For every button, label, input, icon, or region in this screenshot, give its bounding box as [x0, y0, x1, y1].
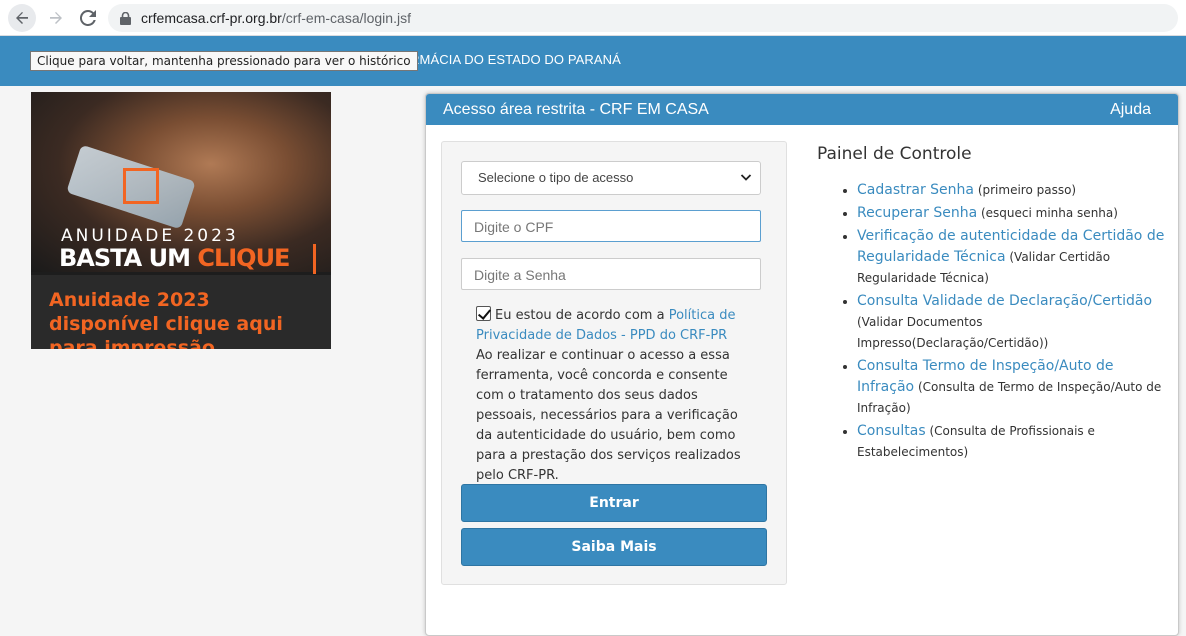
consent-prefix: Eu estou de acordo com a — [495, 308, 669, 323]
restricted-access-panel: Acesso área restrita - CRF EM CASA Ajuda… — [425, 93, 1179, 636]
list-item: Cadastrar Senha (primeiro passo) — [857, 180, 1172, 201]
back-button[interactable] — [8, 4, 36, 32]
help-link[interactable]: Ajuda — [1110, 101, 1151, 119]
control-panel: Painel de Controle Cadastrar Senha (prim… — [817, 144, 1172, 465]
queries-link[interactable]: Consultas — [857, 423, 926, 439]
list-item-note: (primeiro passo) — [977, 183, 1077, 197]
banner-accent-bar — [313, 244, 316, 274]
login-form: Selecione o tipo de acesso Digite o CPF … — [441, 141, 787, 585]
list-item: Recuperar Senha (esqueci minha senha) — [857, 203, 1172, 224]
panel-header: Acesso área restrita - CRF EM CASA Ajuda — [426, 94, 1178, 125]
list-item: Consulta Termo de Inspeção/Auto de Infra… — [857, 356, 1172, 419]
learn-more-button[interactable]: Saiba Mais — [461, 528, 767, 566]
panel-title: Acesso área restrita - CRF EM CASA — [443, 101, 709, 118]
banner-clique: CLIQUE — [197, 244, 290, 272]
list-item-note: (Validar Documentos Impresso(Declaração/… — [857, 315, 1049, 350]
recover-password-link[interactable]: Recuperar Senha — [857, 205, 977, 221]
address-bar[interactable]: crfemcasa.crf-pr.org.br/crf-em-casa/logi… — [108, 4, 1178, 32]
banner-basta: BASTA UM — [59, 244, 198, 272]
consent-block: Eu estou de acordo com a Política de Pri… — [476, 306, 746, 486]
arrow-left-icon — [16, 12, 28, 24]
reload-button[interactable] — [74, 4, 102, 32]
list-item-note: (esqueci minha senha) — [980, 206, 1118, 220]
target-frame-icon — [123, 168, 159, 204]
chevron-down-icon — [740, 171, 752, 186]
reload-icon — [80, 10, 96, 26]
url-host: crfemcasa.crf-pr.org.br — [141, 10, 282, 26]
lock-icon — [120, 11, 131, 25]
browser-toolbar: crfemcasa.crf-pr.org.br/crf-em-casa/logi… — [0, 0, 1186, 36]
annuity-banner[interactable]: ANUIDADE 2023 BASTA UM CLIQUE Anuidade 2… — [31, 92, 331, 349]
arrow-right-icon — [50, 12, 62, 24]
list-item: Verificação de autenticidade da Certidão… — [857, 226, 1172, 289]
banner-year-line: ANUIDADE 2023 — [61, 226, 239, 246]
banner-headline: BASTA UM CLIQUE — [59, 244, 290, 272]
control-panel-title: Painel de Controle — [817, 144, 972, 164]
consent-checkbox[interactable] — [476, 306, 491, 321]
control-panel-list: Cadastrar Senha (primeiro passo) Recuper… — [817, 180, 1172, 463]
declaration-validity-link[interactable]: Consulta Validade de Declaração/Certidão — [857, 293, 1152, 309]
list-item: Consulta Validade de Declaração/Certidão… — [857, 291, 1172, 354]
url-path: /crf-em-casa/login.jsf — [281, 10, 411, 26]
register-password-link[interactable]: Cadastrar Senha — [857, 182, 974, 198]
access-type-value: Selecione o tipo de acesso — [478, 170, 634, 185]
cpf-input[interactable]: Digite o CPF — [461, 210, 761, 242]
access-type-select[interactable]: Selecione o tipo de acesso — [461, 161, 761, 195]
enter-button[interactable]: Entrar — [461, 484, 767, 522]
banner-cta: Anuidade 2023 disponível clique aqui par… — [49, 289, 283, 349]
consent-text: Ao realizar e continuar o acesso a essa … — [476, 348, 741, 483]
list-item: Consultas (Consulta de Profissionais e E… — [857, 421, 1172, 463]
forward-button[interactable] — [42, 4, 70, 32]
password-input[interactable]: Digite a Senha — [461, 258, 761, 290]
back-tooltip: Clique para voltar, mantenha pressionado… — [30, 51, 418, 71]
